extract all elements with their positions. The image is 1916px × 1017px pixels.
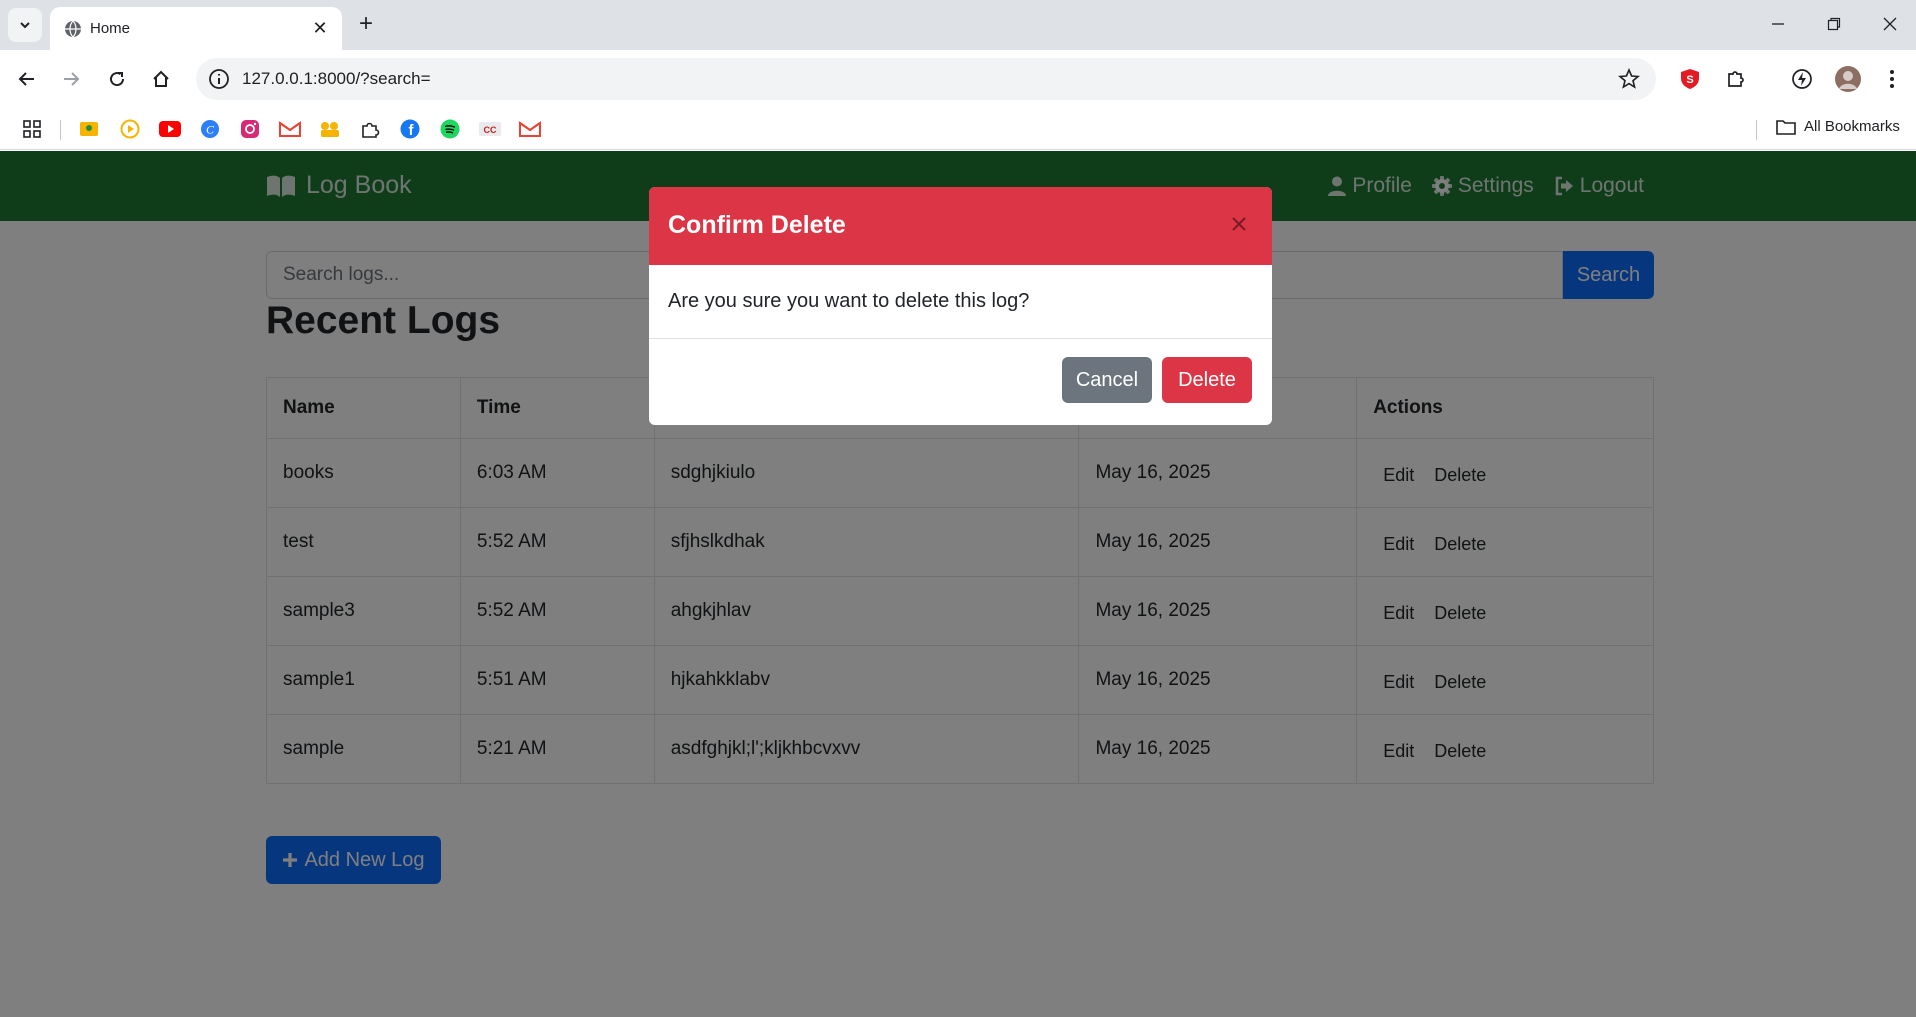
apps-grid-icon[interactable] [20,117,44,141]
page-content: Log Book Profile Settings Logout Search … [0,151,1916,1017]
meet-icon[interactable] [318,117,342,141]
tab-title: Home [90,20,131,37]
gmail-icon[interactable] [278,117,302,141]
all-bookmarks-label: All Bookmarks [1804,118,1900,135]
folder-icon [1776,119,1796,135]
cc-icon[interactable]: CC [478,117,502,141]
close-icon[interactable]: ✕ [308,16,332,40]
reload-icon [110,72,125,87]
browser-tabstrip: Home ✕ + [0,0,1916,50]
modal-header: Confirm Delete [649,187,1272,265]
bookmarks-divider [1756,120,1757,140]
site-info-icon[interactable] [208,68,230,90]
gmail-icon[interactable] [518,117,542,141]
globe-icon [65,20,81,38]
star-icon[interactable] [1618,68,1640,90]
minimize-icon [1772,23,1784,25]
performance-icon[interactable] [1786,63,1818,95]
circle-play-icon[interactable] [118,117,142,141]
browser-tab-home[interactable]: Home ✕ [50,7,342,50]
extensions-puzzle-icon[interactable] [1720,63,1752,95]
avatar[interactable] [1832,63,1864,95]
minimize-button[interactable] [1750,0,1806,48]
bookmarks-divider [60,120,61,140]
restore-button[interactable] [1806,0,1862,48]
modal-message: Are you sure you want to delete this log… [668,290,1030,312]
arrow-right-icon [64,72,80,86]
close-icon [1232,217,1246,231]
modal-body: Are you sure you want to delete this log… [649,265,1272,339]
youtube-icon[interactable] [158,117,182,141]
canva-icon[interactable]: C [198,117,222,141]
home-icon [153,70,169,87]
modal-title: Confirm Delete [668,211,846,239]
classroom-icon[interactable] [77,117,101,141]
home-button[interactable] [144,62,178,96]
spotify-icon[interactable] [438,117,462,141]
shield-extension-icon[interactable]: S [1674,63,1706,95]
svg-text:S: S [1686,74,1693,86]
all-bookmarks-button[interactable]: All Bookmarks [1776,118,1900,135]
svg-text:CC: CC [484,125,497,135]
svg-text:C: C [206,123,215,137]
close-icon [1883,17,1897,31]
more-menu-icon[interactable] [1876,63,1908,95]
reload-button[interactable] [100,62,134,96]
browser-toolbar: 127.0.0.1:8000/?search= S [0,50,1916,108]
arrow-left-icon [18,72,34,86]
instagram-icon[interactable] [238,117,262,141]
extension-puzzle-icon[interactable] [358,117,382,141]
new-tab-button[interactable]: + [352,10,380,38]
bookmarks-bar: C f CC All Bookmarks [0,108,1916,150]
chevron-down-icon [20,22,30,29]
url-text[interactable]: 127.0.0.1:8000/?search= [242,69,431,89]
confirm-delete-button[interactable]: Delete [1162,357,1252,403]
restore-icon [1827,17,1841,31]
address-bar[interactable]: 127.0.0.1:8000/?search= [196,58,1656,100]
window-close-button[interactable] [1862,0,1916,48]
back-button[interactable] [10,62,44,96]
confirm-delete-modal: Confirm Delete Are you sure you want to … [649,187,1272,425]
cancel-button[interactable]: Cancel [1062,357,1152,403]
forward-button[interactable] [54,62,88,96]
modal-close-button[interactable] [1226,211,1252,237]
tab-search-button[interactable] [8,8,42,42]
facebook-icon[interactable]: f [398,117,422,141]
